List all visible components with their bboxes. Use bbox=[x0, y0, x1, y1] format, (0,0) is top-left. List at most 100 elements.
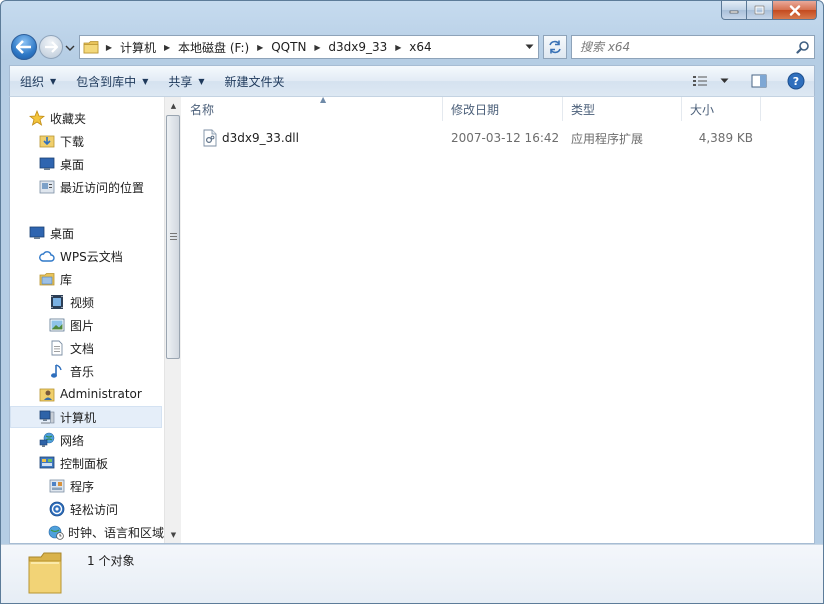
breadcrumb-drive[interactable]: 本地磁盘 (F:) ▶ bbox=[174, 36, 267, 58]
chevron-down-icon: ▼ bbox=[198, 76, 205, 86]
chevron-right-icon[interactable]: ▶ bbox=[160, 43, 174, 52]
column-header-name[interactable]: ▲ 名称 bbox=[182, 95, 443, 121]
column-header-date[interactable]: 修改日期 bbox=[443, 97, 563, 121]
back-button[interactable] bbox=[11, 34, 37, 60]
nav-videos[interactable]: 视频 bbox=[10, 291, 162, 313]
chevron-right-icon[interactable]: ▶ bbox=[310, 43, 324, 52]
breadcrumb-d3dx9[interactable]: d3dx9_33 ▶ bbox=[324, 36, 405, 58]
recent-pages-button[interactable] bbox=[65, 41, 75, 53]
help-icon: ? bbox=[787, 72, 805, 90]
close-button[interactable] bbox=[773, 1, 817, 20]
details-pane: 1 个对象 bbox=[1, 544, 823, 603]
view-list-icon bbox=[693, 76, 707, 86]
globe-clock-icon bbox=[48, 523, 64, 541]
download-folder-icon bbox=[38, 132, 56, 150]
nav-pictures[interactable]: 图片 bbox=[10, 314, 162, 336]
scroll-up-arrow[interactable]: ▲ bbox=[165, 97, 182, 114]
nav-programs[interactable]: 程序 bbox=[10, 475, 162, 497]
scroll-down-arrow[interactable]: ▼ bbox=[165, 526, 182, 543]
minimize-icon bbox=[729, 10, 739, 14]
arrow-right-icon bbox=[45, 41, 58, 53]
breadcrumb-qqtn[interactable]: QQTN ▶ bbox=[267, 36, 324, 58]
file-name-cell[interactable]: d3dx9_33.dll bbox=[182, 127, 443, 149]
file-row[interactable]: d3dx9_33.dll 2007-03-12 16:42 应用程序扩展 4,3… bbox=[182, 127, 814, 149]
change-view-button[interactable] bbox=[689, 69, 711, 93]
nav-administrator[interactable]: Administrator bbox=[10, 383, 162, 405]
new-folder-button[interactable]: 新建文件夹 bbox=[215, 69, 295, 93]
nav-favorites[interactable]: 收藏夹 bbox=[10, 107, 162, 129]
folder-icon bbox=[28, 552, 62, 594]
library-icon bbox=[38, 270, 56, 288]
star-icon bbox=[28, 109, 46, 127]
programs-icon bbox=[48, 477, 66, 495]
chevron-right-icon[interactable]: ▶ bbox=[391, 43, 405, 52]
computer-icon bbox=[38, 408, 56, 426]
chevron-right-icon[interactable]: ▶ bbox=[253, 43, 267, 52]
breadcrumb-root-separator[interactable]: ▶ bbox=[102, 36, 116, 58]
thumb-grip-icon bbox=[170, 233, 177, 240]
file-date-cell: 2007-03-12 16:42 bbox=[451, 131, 560, 145]
nav-documents[interactable]: 文档 bbox=[10, 337, 162, 359]
nav-clock-language-region[interactable]: 时钟、语言和区域 bbox=[10, 521, 164, 543]
preview-pane-button[interactable] bbox=[748, 69, 770, 93]
navigation-pane: 收藏夹 下载 桌面 最近访问的位置 桌面 WPS云文档 库 视频 图片 文档 音… bbox=[10, 97, 164, 543]
organize-button[interactable]: 组织 ▼ bbox=[10, 69, 66, 93]
nav-ease-of-access[interactable]: 轻松访问 bbox=[10, 498, 162, 520]
column-headers: ▲ 名称 修改日期 类型 大小 bbox=[182, 95, 814, 121]
item-count: 1 个对象 bbox=[87, 554, 135, 568]
breadcrumb-x64[interactable]: x64 bbox=[405, 36, 435, 58]
nav-desktop-favorite[interactable]: 桌面 bbox=[10, 153, 162, 175]
close-icon bbox=[789, 4, 800, 16]
address-history-dropdown[interactable] bbox=[520, 36, 538, 58]
svg-text:?: ? bbox=[793, 75, 799, 88]
forward-button[interactable] bbox=[39, 35, 63, 59]
preview-pane-icon bbox=[751, 74, 767, 88]
nav-control-panel[interactable]: 控制面板 bbox=[10, 452, 162, 474]
search-box bbox=[571, 35, 815, 59]
nav-wps-cloud[interactable]: WPS云文档 bbox=[10, 245, 162, 267]
navigation-row: ▶ 计算机 ▶ 本地磁盘 (F:) ▶ QQTN ▶ d3dx9_33 ▶ x64 bbox=[9, 31, 815, 61]
command-bar: 组织 ▼ 包含到库中 ▼ 共享 ▼ 新建文件夹 ? bbox=[9, 65, 815, 96]
picture-icon bbox=[48, 316, 66, 334]
chevron-down-icon: ▼ bbox=[50, 76, 57, 86]
chevron-down-icon: ▼ bbox=[142, 76, 149, 86]
nav-downloads[interactable]: 下载 bbox=[10, 130, 162, 152]
desktop-icon bbox=[28, 224, 46, 242]
network-icon bbox=[38, 431, 56, 449]
nav-desktop[interactable]: 桌面 bbox=[10, 222, 162, 244]
nav-network[interactable]: 网络 bbox=[10, 429, 162, 451]
column-header-size[interactable]: 大小 bbox=[682, 97, 761, 121]
address-bar[interactable]: ▶ 计算机 ▶ 本地磁盘 (F:) ▶ QQTN ▶ d3dx9_33 ▶ x64 bbox=[79, 35, 539, 59]
file-size-cell: 4,389 KB bbox=[698, 131, 753, 145]
minimize-button[interactable] bbox=[721, 1, 747, 20]
navigation-scrollbar[interactable]: ▲ ▼ bbox=[164, 97, 181, 543]
ease-of-access-icon bbox=[48, 500, 66, 518]
chevron-down-icon bbox=[525, 44, 533, 49]
maximize-icon bbox=[754, 5, 765, 15]
arrow-left-icon bbox=[16, 40, 31, 54]
scroll-thumb[interactable] bbox=[166, 115, 180, 359]
maximize-button[interactable] bbox=[747, 1, 773, 20]
document-icon bbox=[48, 339, 66, 357]
nav-libraries[interactable]: 库 bbox=[10, 268, 162, 290]
explorer-window: ▶ 计算机▶ 本地磁盘 (F:)▶ QQTN▶ d3dx9_33▶ x64 组织… bbox=[0, 0, 824, 604]
search-icon[interactable] bbox=[792, 36, 814, 58]
refresh-button[interactable] bbox=[543, 35, 567, 59]
caption-controls bbox=[721, 1, 817, 20]
nav-computer[interactable]: 计算机 bbox=[10, 406, 162, 428]
search-input[interactable] bbox=[572, 40, 792, 54]
music-note-icon bbox=[48, 362, 66, 380]
address-folder-icon bbox=[80, 36, 102, 58]
content-area: 收藏夹 下载 桌面 最近访问的位置 桌面 WPS云文档 库 视频 图片 文档 音… bbox=[9, 95, 815, 544]
include-in-library-button[interactable]: 包含到库中 ▼ bbox=[66, 69, 158, 93]
refresh-icon bbox=[549, 40, 561, 54]
column-header-type[interactable]: 类型 bbox=[563, 97, 682, 121]
share-button[interactable]: 共享 ▼ bbox=[158, 69, 214, 93]
chevron-right-icon: ▶ bbox=[105, 42, 113, 52]
dll-file-icon bbox=[203, 129, 217, 147]
nav-music[interactable]: 音乐 bbox=[10, 360, 162, 382]
view-options-dropdown[interactable] bbox=[717, 69, 732, 93]
breadcrumb-computer[interactable]: 计算机 ▶ bbox=[116, 36, 174, 58]
help-button[interactable]: ? bbox=[784, 69, 808, 93]
nav-recent-places[interactable]: 最近访问的位置 bbox=[10, 176, 162, 198]
